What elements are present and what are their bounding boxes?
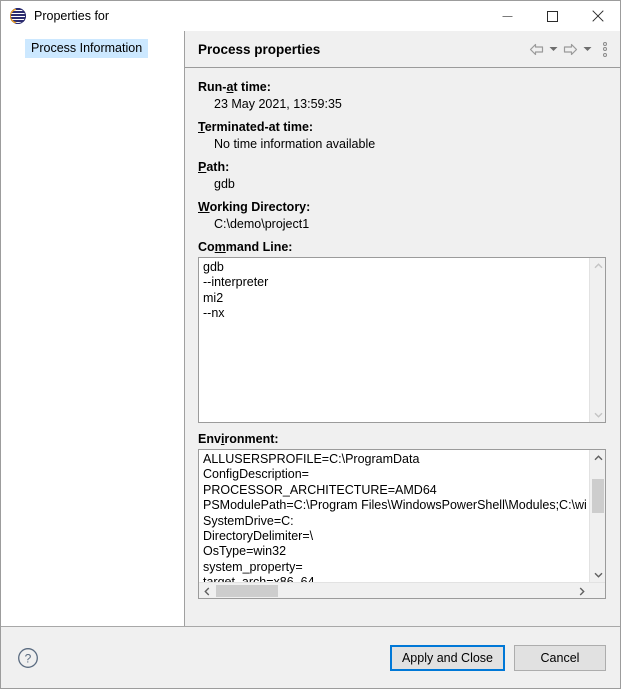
settings-tree: Process Information [1, 31, 185, 626]
window-controls [485, 1, 620, 31]
process-properties-form: Run-at time: 23 May 2021, 13:59:35 Termi… [185, 68, 620, 626]
environment-scroll-thumb[interactable] [592, 479, 604, 513]
forward-history-dropdown[interactable] [580, 39, 594, 59]
command-line-textarea[interactable]: gdb --interpreter mi2 --nx [198, 257, 606, 423]
environment-horizontal-scrollbar[interactable] [199, 582, 605, 598]
field-value-path: gdb [214, 177, 235, 191]
window-title: Properties for [34, 9, 110, 23]
properties-dialog: Properties for Process Information Proce… [0, 0, 621, 689]
apply-and-close-button[interactable]: Apply and Close [389, 644, 505, 671]
chevron-down-icon [583, 47, 591, 51]
scroll-left-icon [203, 587, 209, 595]
scroll-down-button[interactable] [590, 566, 605, 582]
field-environment: Environment: ALLUSERSPROFILE=C:\ProgramD… [198, 432, 606, 599]
forward-arrow-icon [563, 43, 577, 55]
field-terminated-at-time: Terminated-at time: No time information … [198, 120, 606, 151]
command-line-text: gdb --interpreter mi2 --nx [203, 260, 269, 321]
vertical-dots-icon [603, 41, 607, 46]
field-path: Path: gdb [198, 160, 606, 191]
eclipse-icon [10, 8, 26, 24]
scroll-up-icon [594, 262, 602, 268]
scroll-left-button[interactable] [199, 583, 215, 598]
page-title: Process properties [198, 41, 321, 57]
scroll-down-icon [594, 412, 602, 418]
field-label-working-directory: Working Directory: [198, 200, 311, 214]
environment-vertical-scrollbar[interactable] [589, 450, 605, 582]
chevron-down-icon [549, 47, 557, 51]
forward-button[interactable] [560, 39, 580, 59]
scroll-up-icon [594, 454, 602, 460]
minimize-icon [502, 15, 513, 17]
scroll-down-icon [594, 572, 602, 578]
field-run-at-time: Run-at time: 23 May 2021, 13:59:35 [198, 80, 606, 111]
field-value-working-directory: C:\demo\project1 [214, 217, 310, 231]
environment-textarea[interactable]: ALLUSERSPROFILE=C:\ProgramData ConfigDes… [198, 449, 606, 599]
field-working-directory: Working Directory: C:\demo\project1 [198, 200, 606, 231]
help-button[interactable]: ? [15, 645, 41, 671]
cancel-button[interactable]: Cancel [514, 644, 606, 671]
field-value-terminated-at-time: No time information available [214, 137, 376, 151]
field-label-terminated-at-time: Terminated-at time: [198, 120, 314, 134]
help-icon: ? [18, 647, 38, 668]
vertical-dots-icon [603, 47, 607, 51]
close-icon [591, 10, 604, 22]
svg-text:?: ? [25, 651, 32, 665]
title-bar: Properties for [1, 1, 620, 31]
field-label-command-line: Command Line: [198, 240, 293, 254]
field-value-run-at-time: 23 May 2021, 13:59:35 [214, 97, 342, 111]
view-menu-button[interactable] [598, 39, 612, 59]
dialog-body: Process Information Process properties R… [1, 31, 620, 626]
back-arrow-icon [529, 43, 543, 55]
command-line-vertical-scrollbar[interactable] [589, 258, 605, 422]
page-pane: Process properties Run-at time: 23 May 2… [185, 31, 620, 626]
dialog-button-bar: ? Apply and Close Cancel [1, 626, 620, 688]
close-button[interactable] [575, 1, 620, 31]
scroll-right-icon [579, 587, 585, 595]
vertical-dots-icon [603, 52, 607, 57]
field-label-path: Path: [198, 160, 230, 174]
page-toolbar [526, 39, 612, 59]
maximize-button[interactable] [530, 1, 575, 31]
back-history-dropdown[interactable] [546, 39, 560, 59]
scroll-up-button[interactable] [590, 258, 605, 274]
field-label-environment: Environment: [198, 432, 279, 446]
scroll-down-button[interactable] [590, 406, 605, 422]
back-button[interactable] [526, 39, 546, 59]
scroll-up-button[interactable] [590, 450, 605, 466]
sidebar-item-process-information[interactable]: Process Information [25, 39, 149, 58]
page-header: Process properties [185, 31, 620, 68]
field-label-run-at-time: Run-at time: [198, 80, 271, 94]
field-command-line: Command Line: gdb --interpreter mi2 --nx [198, 240, 606, 423]
minimize-button[interactable] [485, 1, 530, 31]
environment-hscroll-thumb[interactable] [216, 585, 278, 597]
environment-text: ALLUSERSPROFILE=C:\ProgramData ConfigDes… [203, 452, 587, 589]
maximize-icon [547, 10, 558, 22]
scroll-right-button[interactable] [573, 583, 589, 598]
